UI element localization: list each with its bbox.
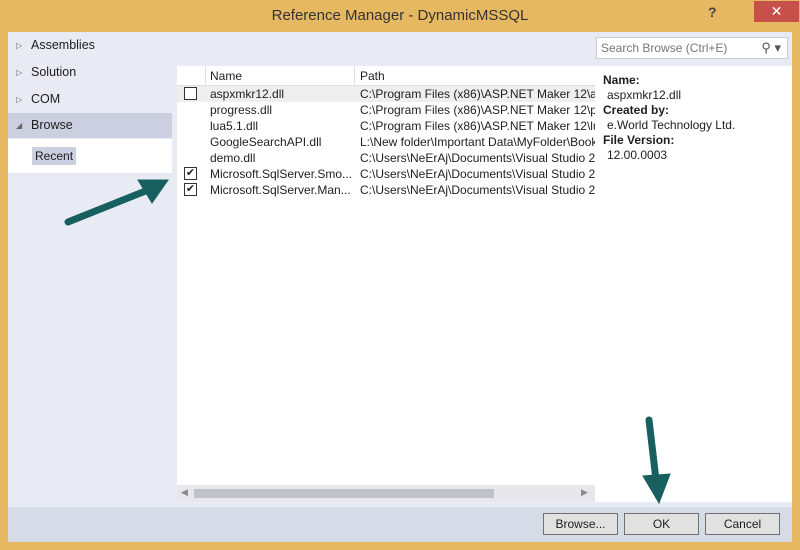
arrow-head-icon	[642, 473, 671, 505]
arrow-to-ok	[645, 416, 660, 484]
annotation-arrows	[64, 179, 671, 505]
arrow-to-checkboxes	[64, 186, 152, 226]
